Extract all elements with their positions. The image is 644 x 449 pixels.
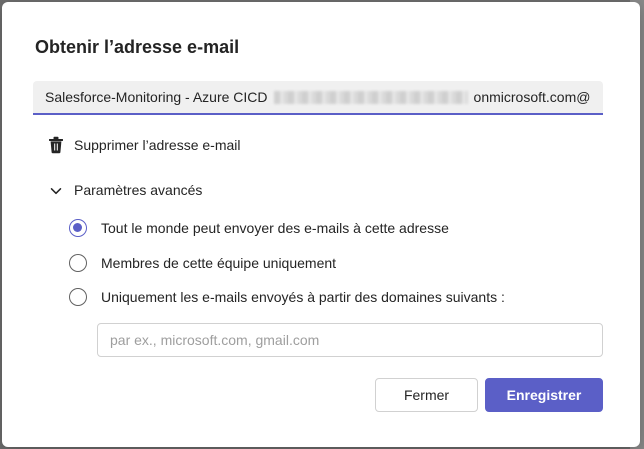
delete-email-label: Supprimer l’adresse e-mail bbox=[74, 137, 241, 153]
email-suffix: onmicrosoft.com@ bbox=[473, 89, 591, 105]
email-prefix: Salesforce-Monitoring - Azure CICD bbox=[45, 89, 268, 105]
trash-icon bbox=[48, 136, 64, 154]
dialog-title: Obtenir l’adresse e-mail bbox=[35, 37, 240, 57]
advanced-settings-label: Paramètres avancés bbox=[74, 182, 203, 198]
radio-button-selected[interactable] bbox=[69, 219, 87, 237]
channel-email-field[interactable]: Salesforce-Monitoring - Azure CICD onmic… bbox=[33, 81, 603, 115]
radio-button[interactable] bbox=[69, 288, 87, 306]
advanced-settings-toggle[interactable]: Paramètres avancés bbox=[50, 179, 202, 201]
radio-button[interactable] bbox=[69, 254, 87, 272]
radio-option-domains[interactable]: Uniquement les e-mails envoyés à partir … bbox=[69, 286, 505, 308]
radio-option-team-members[interactable]: Membres de cette équipe uniquement bbox=[69, 252, 336, 274]
radio-option-label: Tout le monde peut envoyer des e-mails à… bbox=[101, 220, 449, 236]
close-button[interactable]: Fermer bbox=[375, 378, 478, 412]
email-redacted-blur bbox=[273, 90, 468, 104]
radio-option-everyone[interactable]: Tout le monde peut envoyer des e-mails à… bbox=[69, 217, 449, 239]
radio-option-label: Membres de cette équipe uniquement bbox=[101, 255, 337, 271]
radio-option-label: Uniquement les e-mails envoyés à partir … bbox=[101, 289, 505, 305]
allowed-domains-input[interactable] bbox=[97, 323, 603, 357]
save-button[interactable]: Enregistrer bbox=[485, 378, 603, 412]
delete-email-button[interactable]: Supprimer l’adresse e-mail bbox=[48, 134, 241, 156]
chevron-down-icon bbox=[50, 184, 62, 196]
